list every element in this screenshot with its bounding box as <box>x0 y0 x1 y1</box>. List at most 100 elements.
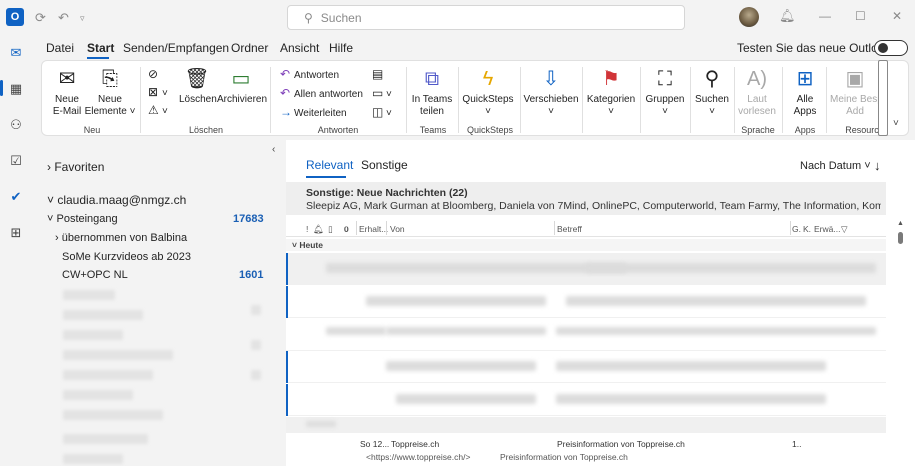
categories-button[interactable]: ⚑ Kategorien ˅ <box>584 67 638 118</box>
collapse-pane-icon[interactable]: ‹ <box>272 144 275 155</box>
list-item[interactable] <box>63 454 123 464</box>
move-button[interactable]: ⇩ Verschieben ˅ <box>522 67 580 118</box>
table-row[interactable] <box>286 319 886 351</box>
sort-dropdown[interactable]: Nach Datum ˅ <box>800 160 871 172</box>
apps-icon[interactable]: ⊞ <box>7 224 25 242</box>
group-header-today[interactable]: ˅ Heute <box>286 239 886 251</box>
tab-relevant[interactable]: Relevant <box>306 158 353 172</box>
meeting-button[interactable]: ▤ <box>372 67 386 81</box>
sort-direction-icon[interactable]: ↓ <box>874 158 881 173</box>
menu-hilfe[interactable]: Hilfe <box>329 41 353 55</box>
importance-column-icon[interactable]: ! <box>306 224 308 234</box>
list-item[interactable] <box>63 410 163 420</box>
other-new-messages-banner[interactable]: Sonstige: Neue Nachrichten (22) Sleepiz … <box>286 182 886 215</box>
quicksteps-button[interactable]: ϟ QuickSteps ˅ <box>460 67 516 118</box>
column-g[interactable]: G. <box>792 224 801 234</box>
filter-icon[interactable]: ▽ <box>841 224 848 235</box>
new-outlook-label: Testen Sie das neue Outlook <box>737 41 891 55</box>
folder-some-kurzvideos[interactable]: SoMe Kurzvideos ab 2023 <box>62 251 191 263</box>
undo-icon[interactable]: ↶ <box>58 10 69 26</box>
table-row[interactable] <box>286 384 886 416</box>
close-icon[interactable]: ✕ <box>892 9 902 23</box>
magnifier-icon: ⚲ <box>704 68 720 90</box>
favorites-header[interactable]: › Favoriten <box>47 160 104 174</box>
find-button[interactable]: ⚲ Suchen ˅ <box>692 67 732 118</box>
folder-cw-opc-nl[interactable]: CW+OPC NL <box>62 269 128 281</box>
more-respond-button[interactable]: ◫ ˅ <box>372 105 392 119</box>
scroll-up-icon[interactable]: ▲ <box>897 220 904 227</box>
people-icon[interactable]: ⚇ <box>7 116 25 134</box>
new-email-button[interactable]: ✉ Neue E-Mail <box>50 67 84 118</box>
table-row[interactable] <box>286 253 886 285</box>
menu-datei[interactable]: Datei <box>46 41 74 55</box>
folder-inbox[interactable]: ˅ Posteingang <box>47 213 118 225</box>
reminder-column-icon[interactable]: 🔔︎ <box>313 224 324 235</box>
menu-ansicht[interactable]: Ansicht <box>280 41 319 55</box>
list-item[interactable] <box>63 390 133 400</box>
menu-ordner[interactable]: Ordner <box>231 41 268 55</box>
column-k[interactable]: K. <box>803 224 811 234</box>
todo-icon[interactable]: ✔ <box>7 188 25 206</box>
read-aloud-button[interactable]: A) Laut vorlesen <box>736 67 778 118</box>
account-header[interactable]: ˅ claudia.maag@nmgz.ch <box>47 193 186 207</box>
banner-senders: Sleepiz AG, Mark Gurman at Bloomberg, Da… <box>306 200 881 212</box>
table-row[interactable] <box>286 286 886 318</box>
quick-access-dropdown-icon[interactable]: ▿ <box>80 13 85 24</box>
calendar-icon[interactable]: ▦ <box>7 80 25 98</box>
scroll-thumb[interactable] <box>898 232 903 244</box>
all-apps-button[interactable]: ⊞ Alle Apps <box>786 67 824 118</box>
user-avatar[interactable] <box>739 7 759 27</box>
search-box[interactable]: ⚲ Suchen <box>287 5 685 30</box>
mail-subject: Preisinformation von Toppreise.ch <box>557 439 685 449</box>
mail-list-scrollbar[interactable]: ▲ <box>894 217 912 466</box>
folder-uebernommen[interactable]: › übernommen von Balbina <box>55 232 187 244</box>
column-from[interactable]: Von <box>390 224 405 234</box>
mail-icon[interactable]: ✉ <box>7 44 25 62</box>
maximize-icon[interactable]: ☐ <box>855 9 866 23</box>
column-size[interactable]: Erwä... <box>814 224 840 234</box>
teams-share-button[interactable]: ⧉ In Teams teilen <box>410 67 454 118</box>
column-received[interactable]: Erhalt... <box>359 224 388 234</box>
table-row[interactable] <box>286 417 886 433</box>
archive-button[interactable]: ▭ Archivieren <box>217 67 267 106</box>
column-subject[interactable]: Betreff <box>557 224 582 234</box>
mail-from: Toppreise.ch <box>391 439 440 449</box>
tasks-icon[interactable]: ☑ <box>7 152 25 170</box>
list-item[interactable] <box>63 434 148 444</box>
ribbon-scroll-handle[interactable] <box>878 60 888 136</box>
list-item <box>251 340 261 350</box>
attachment-column-icon[interactable]: 𝟎 <box>344 224 349 235</box>
list-item[interactable] <box>63 350 173 360</box>
group-separator <box>140 67 141 133</box>
list-item[interactable] <box>63 330 123 340</box>
list-item[interactable] <box>63 290 115 300</box>
menu-start[interactable]: Start <box>87 41 114 55</box>
table-row[interactable] <box>286 351 886 383</box>
sync-icon[interactable]: ⟳ <box>35 10 46 26</box>
list-item[interactable] <box>63 370 153 380</box>
cleanup-button[interactable]: ⊠ ˅ <box>148 85 168 99</box>
search-icon: ⚲ <box>304 10 313 25</box>
bell-icon[interactable]: 🔔︎ <box>779 8 796 24</box>
delete-button[interactable]: 🗑︎ Löschen <box>179 67 217 106</box>
im-button[interactable]: ▭ ˅ <box>372 86 392 100</box>
mail-size: 1.. <box>792 439 802 449</box>
unread-indicator <box>286 253 288 285</box>
menu-senden-empfangen[interactable]: Senden/Empfangen <box>123 41 229 55</box>
new-items-button[interactable]: ⎘ Neue Elemente ˅ <box>84 67 136 118</box>
group-label-quicksteps: QuickSteps <box>466 125 514 135</box>
tab-sonstige[interactable]: Sonstige <box>361 158 408 172</box>
new-outlook-toggle[interactable] <box>874 40 908 56</box>
list-item[interactable] <box>63 310 143 320</box>
ignore-icon: ⊘ <box>148 67 159 81</box>
groups-button[interactable]: ⛶ Gruppen ˅ <box>642 67 688 118</box>
minimize-icon[interactable]: — <box>819 9 831 23</box>
reply-all-button[interactable]: ↶ Allen antworten <box>280 86 363 100</box>
ribbon-collapse-icon[interactable]: ˅ <box>893 118 899 129</box>
reply-button[interactable]: ↶ Antworten <box>280 67 339 81</box>
icon-column-icon[interactable]: ▯ <box>328 224 333 235</box>
ignore-button[interactable]: ⊘ <box>148 67 162 81</box>
junk-button[interactable]: ⚠ ˅ <box>148 103 168 117</box>
meine-addins-button[interactable]: ▣ Meine Besp Add <box>830 67 880 118</box>
forward-button[interactable]: → Weiterleiten <box>280 105 347 119</box>
